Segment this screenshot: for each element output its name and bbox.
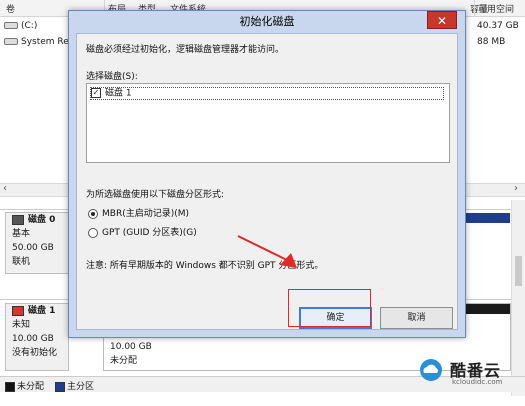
- cloud-logo-icon: [420, 359, 442, 381]
- annotation-arrow: [237, 235, 297, 268]
- watermark-url: kcloudidc.com: [452, 378, 503, 386]
- highlight-box: [288, 289, 371, 327]
